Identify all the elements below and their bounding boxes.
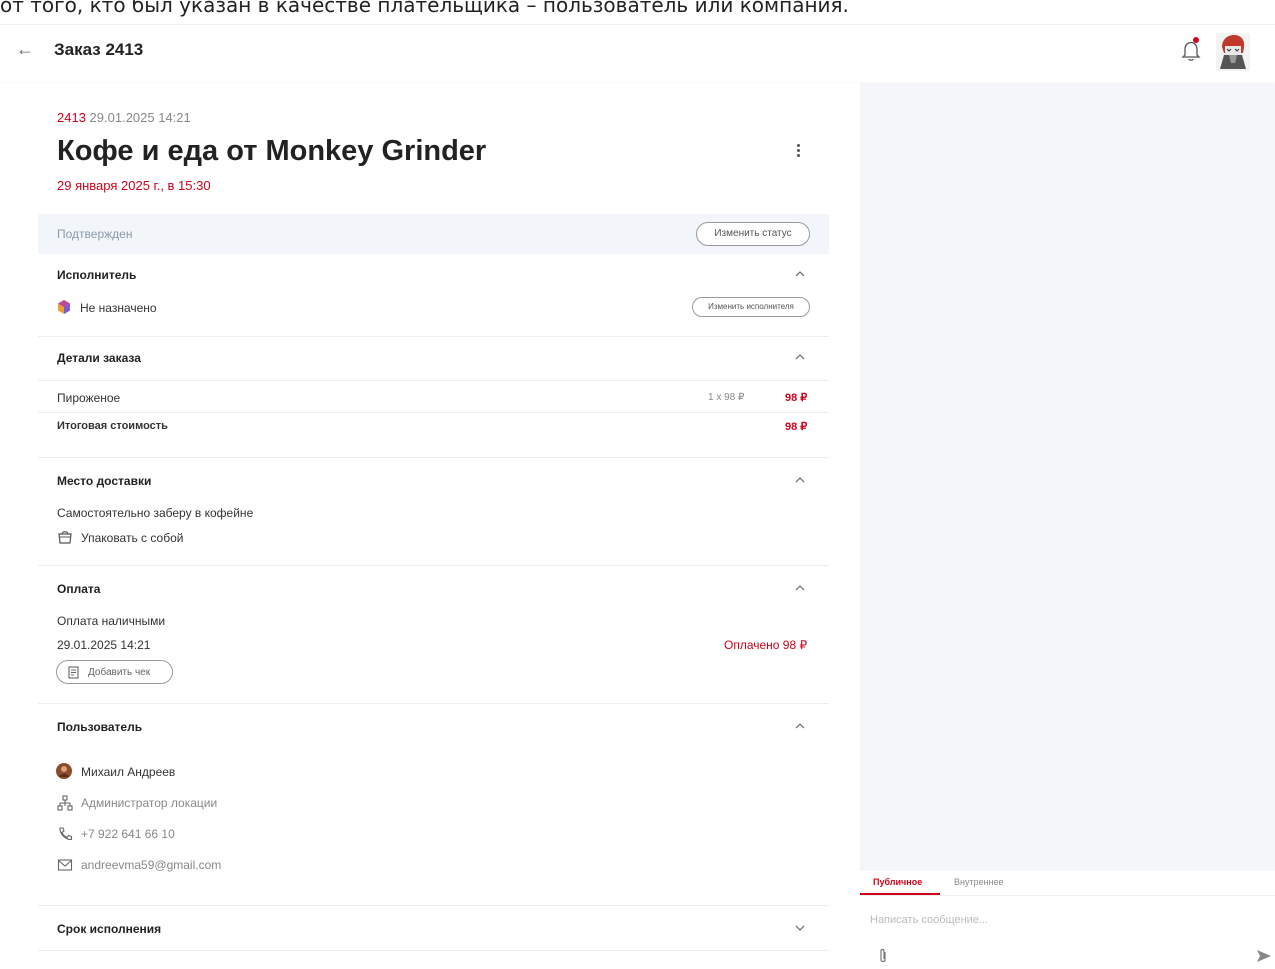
mail-icon (57, 859, 73, 871)
divider (38, 905, 829, 906)
order-created: 29.01.2025 14:21 (89, 110, 191, 125)
top-caption: от того, кто был указан в качестве плате… (0, 0, 849, 17)
item-qty: 1 x 98 ₽ (708, 392, 745, 403)
status-label: Подтвержден (57, 227, 133, 241)
message-input[interactable] (870, 909, 1250, 931)
bell-icon[interactable] (1180, 38, 1202, 62)
right-panel (860, 83, 1275, 871)
notification-dot (1193, 37, 1199, 43)
order-title: Кофе и еда от Monkey Grinder (57, 135, 487, 167)
divider (38, 457, 829, 458)
app-header: ← Заказ 2413 (0, 24, 1275, 82)
payment-heading: Оплата (57, 582, 101, 596)
change-executor-button[interactable]: Изменить исполнителя (692, 297, 810, 317)
divider (38, 380, 829, 381)
user-role: Администратор локации (81, 796, 218, 810)
change-status-button[interactable]: Изменить статус (696, 222, 810, 246)
details-heading: Детали заказа (57, 351, 141, 365)
arrow-left-icon[interactable]: ← (16, 39, 34, 60)
chevron-up-icon[interactable] (794, 351, 806, 363)
chevron-up-icon[interactable] (794, 474, 806, 486)
total-value: 98 ₽ (785, 421, 808, 433)
status-bar: Подтвержден Изменить статус (38, 214, 829, 254)
user-phone: +7 922 641 66 10 (81, 827, 175, 841)
deadline-heading: Срок исполнения (57, 922, 162, 936)
receipt-icon (68, 666, 79, 679)
divider (860, 895, 1275, 896)
tab-public[interactable]: Публичное (873, 877, 922, 887)
user-heading: Пользователь (57, 720, 143, 734)
chevron-up-icon[interactable] (794, 268, 806, 280)
executor-value: Не назначено (80, 301, 157, 315)
phone-icon (59, 827, 73, 841)
divider (38, 703, 829, 704)
bag-icon (58, 531, 72, 544)
payment-status: Оплачено 98 ₽ (724, 638, 808, 652)
total-label: Итоговая стоимость (57, 420, 168, 432)
order-delivery-date: 29 января 2025 г., в 15:30 (57, 178, 211, 193)
avatar[interactable] (1216, 33, 1250, 71)
add-receipt-label: Добавить чек (88, 667, 151, 678)
delivery-method: Самостоятельно заберу в кофейне (57, 506, 254, 520)
divider (38, 412, 829, 413)
tab-internal[interactable]: Внутреннее (954, 877, 1004, 887)
more-menu-icon[interactable] (790, 142, 806, 162)
user-avatar (56, 763, 72, 779)
executor-avatar-icon (58, 300, 70, 314)
item-name: Пироженое (57, 391, 121, 405)
chevron-down-icon[interactable] (794, 922, 806, 934)
delivery-heading: Место доставки (57, 474, 152, 488)
divider (38, 565, 829, 566)
executor-heading: Исполнитель (57, 268, 137, 282)
chat-panel: Публичное Внутреннее (860, 871, 1275, 969)
divider (38, 950, 829, 951)
order-number: 2413 (57, 110, 86, 125)
payment-date: 29.01.2025 14:21 (57, 638, 151, 652)
delivery-pack: Упаковать с собой (81, 531, 184, 545)
order-meta: 2413 29.01.2025 14:21 (57, 110, 191, 125)
hierarchy-icon (57, 795, 73, 811)
add-receipt-button[interactable]: Добавить чек (56, 660, 173, 684)
divider (38, 336, 829, 337)
item-price: 98 ₽ (785, 392, 808, 404)
page-title: Заказ 2413 (54, 40, 144, 59)
chevron-up-icon[interactable] (794, 720, 806, 732)
payment-method: Оплата наличными (57, 614, 166, 628)
send-icon[interactable] (1256, 949, 1272, 963)
paperclip-icon[interactable] (876, 947, 890, 965)
chevron-up-icon[interactable] (794, 582, 806, 594)
user-name: Михаил Андреев (81, 765, 176, 779)
user-email: andreevma59@gmail.com (81, 858, 222, 872)
